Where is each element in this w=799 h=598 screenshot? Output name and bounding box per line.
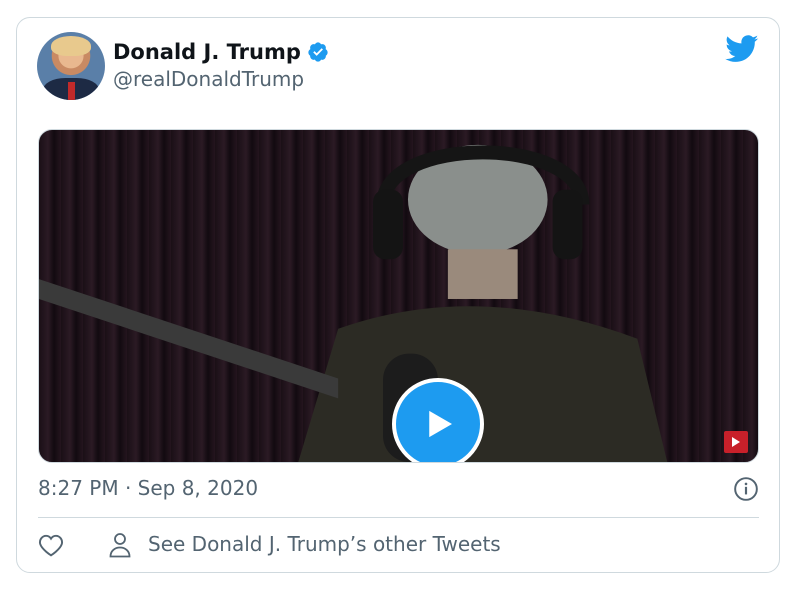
youtube-subscribe-icon xyxy=(724,431,748,453)
play-button[interactable] xyxy=(392,378,484,462)
person-icon[interactable] xyxy=(108,532,132,558)
author-avatar[interactable] xyxy=(37,32,105,100)
heart-icon[interactable] xyxy=(38,533,64,557)
avatar-hair xyxy=(51,36,91,56)
tweet-timestamp[interactable]: 8:27 PM · Sep 8, 2020 xyxy=(38,476,258,500)
avatar-tie xyxy=(68,82,75,100)
twitter-bird-icon[interactable] xyxy=(725,35,759,63)
verified-badge-icon xyxy=(308,42,328,62)
author-name-row[interactable]: Donald J. Trump xyxy=(113,40,329,64)
author-name[interactable]: Donald J. Trump xyxy=(113,40,301,64)
author-handle[interactable]: @realDonaldTrump xyxy=(113,67,304,91)
video-player[interactable] xyxy=(38,129,759,463)
see-other-tweets-link[interactable]: See Donald J. Trump’s other Tweets xyxy=(148,532,501,556)
divider xyxy=(38,517,759,518)
info-icon[interactable] xyxy=(733,476,759,502)
play-icon xyxy=(429,410,452,438)
